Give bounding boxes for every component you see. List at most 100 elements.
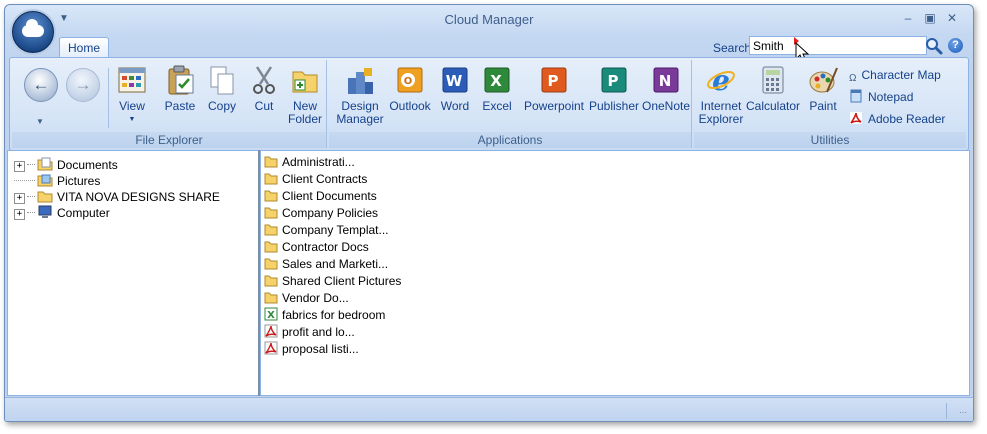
publisher-label: Publisher xyxy=(588,99,640,113)
excel-button[interactable]: X Excel xyxy=(477,64,517,113)
quick-access-dropdown-icon[interactable]: ▼ xyxy=(59,13,69,24)
character-map-icon: Ω xyxy=(849,73,857,84)
expand-icon[interactable]: + xyxy=(14,193,25,204)
powerpoint-icon: P xyxy=(541,67,567,93)
new-folder-label-line2: Folder xyxy=(287,112,322,126)
publisher-button[interactable]: P Publisher xyxy=(587,64,641,113)
documents-icon xyxy=(37,157,53,171)
list-item[interactable]: Client Documents xyxy=(264,188,377,205)
view-button[interactable]: View ▼ xyxy=(112,64,152,126)
word-icon: W xyxy=(442,67,468,93)
calculator-label: Calculator xyxy=(745,99,801,113)
file-name: Company Policies xyxy=(282,206,379,220)
file-name: proposal listi... xyxy=(282,342,359,356)
internet-explorer-label-line2: Explorer xyxy=(698,112,744,126)
tree-item-label: VITA NOVA DESIGNS SHARE xyxy=(57,190,220,204)
file-name: Administrati... xyxy=(282,155,355,169)
internet-explorer-button[interactable]: e Internet Explorer xyxy=(697,64,745,126)
svg-text:P: P xyxy=(608,72,619,90)
back-button[interactable]: ← xyxy=(24,68,58,102)
folder-icon xyxy=(264,156,278,168)
list-item[interactable]: proposal listi... xyxy=(264,341,359,358)
file-name: Shared Client Pictures xyxy=(282,274,402,288)
tab-home[interactable]: Home xyxy=(59,37,109,58)
character-map-button[interactable]: Ω Character Map xyxy=(849,66,941,84)
history-dropdown-icon[interactable]: ▼ xyxy=(36,117,44,126)
expand-icon[interactable]: + xyxy=(14,161,25,172)
minimize-icon[interactable]: – xyxy=(897,11,919,25)
design-manager-label-line2: Manager xyxy=(336,112,384,126)
list-item[interactable]: Vendor Do... xyxy=(264,290,349,307)
list-item[interactable]: Client Contracts xyxy=(264,171,367,188)
calculator-button[interactable]: Calculator xyxy=(745,64,801,113)
svg-text:e: e xyxy=(712,64,730,96)
folder-icon xyxy=(264,241,278,253)
file-name: fabrics for bedroom xyxy=(282,308,386,322)
svg-text:X: X xyxy=(490,72,502,90)
list-item[interactable]: Sales and Marketi... xyxy=(264,256,388,273)
list-item[interactable]: Administrati... xyxy=(264,154,355,171)
list-item[interactable]: Shared Client Pictures xyxy=(264,273,401,290)
list-item[interactable]: Company Templat... xyxy=(264,222,389,239)
outlook-button[interactable]: O Outlook xyxy=(386,64,434,113)
word-label: Word xyxy=(440,99,470,113)
forward-button[interactable]: → xyxy=(66,68,100,102)
copy-button[interactable]: Copy xyxy=(202,64,242,113)
list-item[interactable]: Company Policies xyxy=(264,205,378,222)
file-name: profit and lo... xyxy=(282,325,355,339)
expand-icon[interactable]: + xyxy=(14,209,25,220)
word-button[interactable]: W Word xyxy=(435,64,475,113)
status-bar: ⋯ xyxy=(5,397,973,421)
close-icon[interactable]: ✕ xyxy=(941,11,963,25)
maximize-icon[interactable]: ▣ xyxy=(919,11,941,25)
scissors-icon xyxy=(253,66,275,94)
folder-icon xyxy=(264,258,278,270)
utilities-group-label: Utilities xyxy=(694,132,966,148)
paint-label: Paint xyxy=(809,99,837,113)
tree-connector xyxy=(14,180,35,181)
tree-item-documents[interactable]: + Documents xyxy=(14,157,118,173)
cut-label: Cut xyxy=(254,99,274,113)
tree-item-vita-nova-designs-share[interactable]: + VITA NOVA DESIGNS SHARE xyxy=(14,189,220,205)
window-title: Cloud Manager xyxy=(444,12,534,27)
resize-grip[interactable]: ⋯ xyxy=(946,403,969,419)
help-icon[interactable]: ? xyxy=(948,38,963,53)
design-manager-button[interactable]: Design Manager xyxy=(334,64,386,126)
file-name: Client Documents xyxy=(282,189,377,203)
outlook-label: Outlook xyxy=(389,99,431,113)
file-name: Vendor Do... xyxy=(282,291,349,305)
adobe-reader-label: Adobe Reader xyxy=(868,112,946,126)
tree-item-label: Pictures xyxy=(57,174,101,188)
folder-icon xyxy=(264,292,278,304)
app-menu-button[interactable] xyxy=(12,11,54,53)
list-item[interactable]: Xfabrics for bedroom xyxy=(264,307,385,324)
internet-explorer-icon: e xyxy=(707,64,735,96)
paste-button[interactable]: Paste xyxy=(160,64,200,113)
new-folder-button[interactable]: New Folder xyxy=(284,64,326,126)
arrow-left-icon: ← xyxy=(32,75,50,94)
search-icon[interactable] xyxy=(925,37,943,55)
list-item[interactable]: Contractor Docs xyxy=(264,239,369,256)
ribbon: ← → ▼ View ▼ Paste Copy Cut New Folder F… xyxy=(9,57,969,151)
powerpoint-button[interactable]: P Powerpoint xyxy=(521,64,587,113)
list-item[interactable]: profit and lo... xyxy=(264,324,355,341)
folder-icon xyxy=(264,224,278,236)
paint-icon xyxy=(809,67,838,93)
folder-icon xyxy=(264,207,278,219)
tree-item-computer[interactable]: + Computer xyxy=(14,205,110,221)
onenote-button[interactable]: N OneNote xyxy=(641,64,691,113)
computer-icon xyxy=(38,205,52,218)
svg-text:P: P xyxy=(548,72,559,90)
tree-item-pictures[interactable]: Pictures xyxy=(14,173,100,189)
adobe-reader-button[interactable]: Adobe Reader xyxy=(849,110,945,128)
separator xyxy=(108,68,109,128)
cut-button[interactable]: Cut xyxy=(244,64,284,113)
utilities-group: e Internet Explorer Calculator Paint Ω C… xyxy=(694,60,966,148)
search-input[interactable] xyxy=(749,36,927,55)
svg-text:N: N xyxy=(659,72,672,90)
svg-text:X: X xyxy=(267,310,275,321)
file-name: Contractor Docs xyxy=(282,240,369,254)
notepad-button[interactable]: Notepad xyxy=(849,88,913,106)
paint-button[interactable]: Paint xyxy=(803,64,843,113)
window-controls: – ▣ ✕ xyxy=(897,11,963,25)
